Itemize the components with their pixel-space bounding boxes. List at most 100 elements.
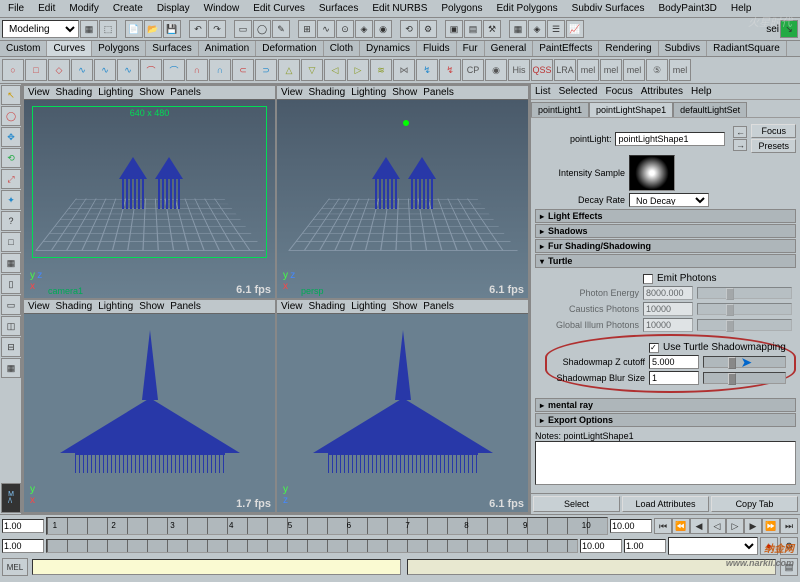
- scale-tool-icon[interactable]: ⤢: [1, 169, 21, 189]
- anim-end-range[interactable]: [610, 519, 652, 533]
- shelf-button-20[interactable]: CP: [462, 59, 484, 81]
- shelf-button-14[interactable]: ◁: [324, 59, 346, 81]
- shelf-button-1[interactable]: □: [25, 59, 47, 81]
- history-icon[interactable]: ⟲: [400, 20, 418, 38]
- snap-live-icon[interactable]: ◉: [374, 20, 392, 38]
- move-tool-icon[interactable]: ✥: [1, 127, 21, 147]
- layout-icon[interactable]: ▦: [509, 20, 527, 38]
- time-slider-track[interactable]: let s='';for(let i=1;i<=10;i++)s+=`<span…: [46, 517, 608, 535]
- shelf-button-27[interactable]: mel: [623, 59, 645, 81]
- ae-menu-list[interactable]: List: [535, 86, 551, 97]
- shelf-tab-rendering[interactable]: Rendering: [599, 41, 658, 56]
- section-light-effects[interactable]: Light Effects: [535, 209, 796, 223]
- hypershade-icon[interactable]: ◈: [528, 20, 546, 38]
- layout-persp-icon[interactable]: ▦: [1, 358, 21, 378]
- rotate-tool-icon[interactable]: ⟲: [1, 148, 21, 168]
- vp-menu-view[interactable]: View: [281, 301, 303, 312]
- viewport-persp[interactable]: document.write(JSON.parse(document.getEl…: [277, 86, 528, 298]
- node-name-field[interactable]: [615, 132, 725, 146]
- ae-menu-help[interactable]: Help: [691, 86, 712, 97]
- vp-menu-show[interactable]: Show: [139, 301, 164, 312]
- lasso-tool-icon[interactable]: ◯: [1, 106, 21, 126]
- shelf-button-6[interactable]: ⌒: [140, 59, 162, 81]
- shelf-tab-radiantsquare[interactable]: RadiantSquare: [707, 41, 787, 56]
- shelf-button-4[interactable]: ∿: [94, 59, 116, 81]
- vp-menu-panels[interactable]: Panels: [170, 301, 201, 312]
- vp-menu-shading[interactable]: Shading: [309, 87, 346, 98]
- shelf-tab-custom[interactable]: Custom: [0, 41, 47, 56]
- ae-tab-defaultLightSet[interactable]: defaultLightSet: [673, 102, 747, 117]
- range-end-field[interactable]: [580, 539, 622, 553]
- section-turtle[interactable]: Turtle: [535, 254, 796, 268]
- layout-2h-icon[interactable]: ▭: [1, 295, 21, 315]
- ae-menu-selected[interactable]: Selected: [559, 86, 598, 97]
- menu-display[interactable]: Display: [153, 2, 194, 15]
- shelf-button-17[interactable]: ⋈: [393, 59, 415, 81]
- shelf-button-28[interactable]: ⑤: [646, 59, 668, 81]
- load-attributes-button[interactable]: Load Attributes: [622, 496, 709, 512]
- menu-edit-polygons[interactable]: Edit Polygons: [493, 2, 562, 15]
- shelf-tab-subdivs[interactable]: Subdivs: [659, 41, 708, 56]
- shelf-button-22[interactable]: His: [508, 59, 530, 81]
- shelf-tab-general[interactable]: General: [485, 41, 534, 56]
- shelf-button-5[interactable]: ∿: [117, 59, 139, 81]
- shelf-button-0[interactable]: ○: [2, 59, 24, 81]
- shelf-tab-deformation[interactable]: Deformation: [256, 41, 323, 56]
- snap-curve-icon[interactable]: ∿: [317, 20, 335, 38]
- vp-menu-shading[interactable]: Shading: [56, 87, 93, 98]
- viewport-front[interactable]: document.write(JSON.parse(document.getEl…: [24, 300, 275, 512]
- shelf-button-11[interactable]: ⊃: [255, 59, 277, 81]
- step-fwd-icon[interactable]: ⏩: [762, 518, 780, 534]
- shelf-tab-polygons[interactable]: Polygons: [92, 41, 146, 56]
- menu-window[interactable]: Window: [200, 2, 244, 15]
- shelf-button-23[interactable]: QSS: [531, 59, 553, 81]
- goto-start-icon[interactable]: ⏮: [654, 518, 672, 534]
- vp-menu-shading[interactable]: Shading: [309, 301, 346, 312]
- shelf-tab-dynamics[interactable]: Dynamics: [360, 41, 417, 56]
- vp-menu-panels[interactable]: Panels: [170, 87, 201, 98]
- shelf-button-13[interactable]: ▽: [301, 59, 323, 81]
- step-back-icon[interactable]: ⏪: [672, 518, 690, 534]
- ae-tab-pointLight1[interactable]: pointLight1: [531, 102, 589, 117]
- use-turtle-shadowmap-checkbox[interactable]: [649, 343, 659, 353]
- shelf-button-18[interactable]: ↯: [416, 59, 438, 81]
- viewport-side[interactable]: document.write(JSON.parse(document.getEl…: [277, 300, 528, 512]
- current-frame-field[interactable]: [624, 539, 666, 553]
- vp-menu-show[interactable]: Show: [392, 301, 417, 312]
- shelf-tab-cloth[interactable]: Cloth: [324, 41, 360, 56]
- ae-menu-attributes[interactable]: Attributes: [641, 86, 683, 97]
- select-mode-icon[interactable]: ▭: [234, 20, 252, 38]
- layout-2v-icon[interactable]: ▯: [1, 274, 21, 294]
- vp-menu-view[interactable]: View: [28, 301, 50, 312]
- menu-edit-curves[interactable]: Edit Curves: [249, 2, 309, 15]
- file-new-icon[interactable]: 📄: [125, 20, 143, 38]
- shelf-tab-curves[interactable]: Curves: [47, 41, 92, 56]
- next-key-icon[interactable]: ▶: [744, 518, 762, 534]
- shelf-button-12[interactable]: △: [278, 59, 300, 81]
- menu-modify[interactable]: Modify: [65, 2, 102, 15]
- shadowmap-z-cutoff-field[interactable]: [649, 355, 699, 369]
- toolbar-btn[interactable]: ⬚: [99, 20, 117, 38]
- render-globals-icon[interactable]: ⚒: [483, 20, 501, 38]
- ae-menu-focus[interactable]: Focus: [605, 86, 632, 97]
- play-fwd-icon[interactable]: ▷: [726, 518, 744, 534]
- shelf-button-26[interactable]: mel: [600, 59, 622, 81]
- nav-back-icon[interactable]: ←: [733, 126, 747, 138]
- layout-single-icon[interactable]: □: [1, 232, 21, 252]
- menu-edit[interactable]: Edit: [34, 2, 59, 15]
- file-save-icon[interactable]: 💾: [163, 20, 181, 38]
- shelf-button-3[interactable]: ∿: [71, 59, 93, 81]
- prev-key-icon[interactable]: ◀: [690, 518, 708, 534]
- blur-slider[interactable]: [703, 372, 786, 384]
- toolbar-btn[interactable]: ▦: [80, 20, 98, 38]
- vp-menu-show[interactable]: Show: [139, 87, 164, 98]
- section-fur-shading[interactable]: Fur Shading/Shadowing: [535, 239, 796, 253]
- goto-end-icon[interactable]: ⏭: [780, 518, 798, 534]
- decay-rate-select[interactable]: No Decay: [629, 193, 709, 207]
- shelf-tab-painteffects[interactable]: PaintEffects: [533, 41, 599, 56]
- menu-create[interactable]: Create: [109, 2, 147, 15]
- vp-menu-panels[interactable]: Panels: [423, 301, 454, 312]
- focus-button[interactable]: Focus: [751, 124, 796, 138]
- shelf-button-29[interactable]: mel: [669, 59, 691, 81]
- vp-menu-show[interactable]: Show: [392, 87, 417, 98]
